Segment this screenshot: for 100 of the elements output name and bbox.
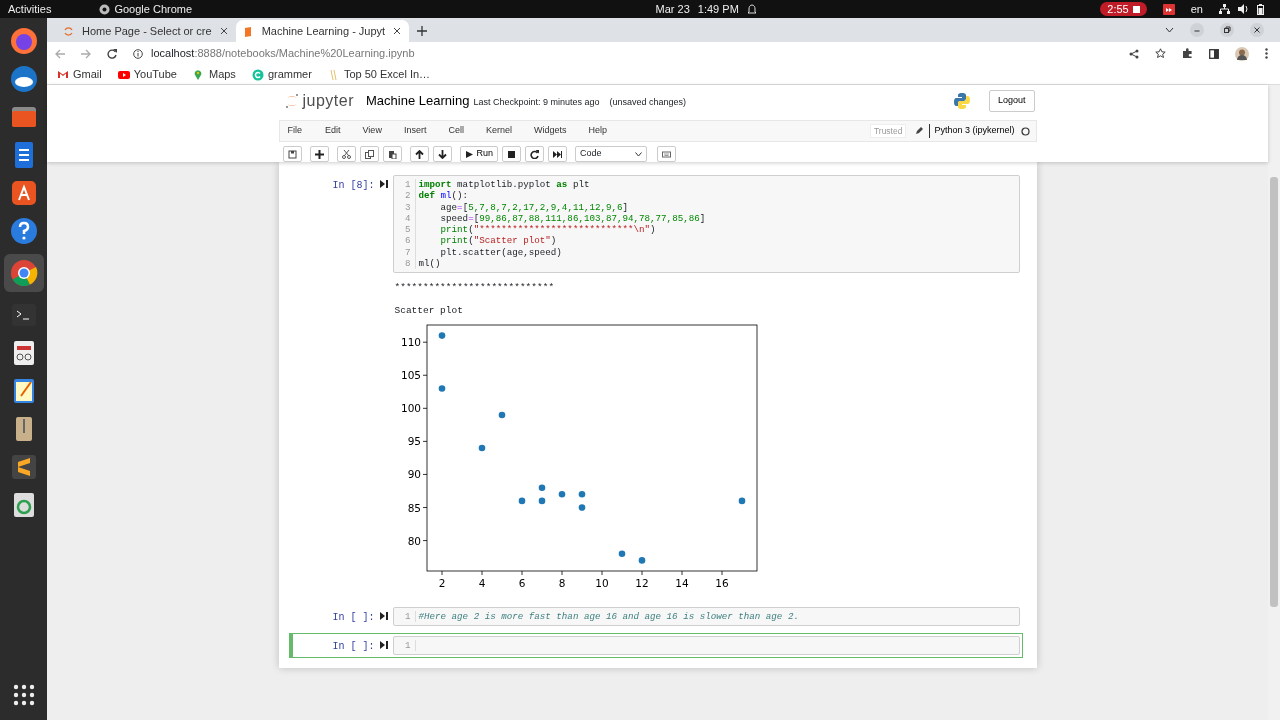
- data-point: [618, 550, 625, 557]
- network-icon[interactable]: [1219, 4, 1230, 14]
- bookmark-item[interactable]: grammer: [251, 66, 312, 83]
- paste-button[interactable]: [382, 146, 402, 162]
- tick-label: 8: [558, 576, 565, 589]
- cell-type-select[interactable]: Code: [575, 146, 647, 162]
- close-icon[interactable]: [393, 27, 402, 35]
- close-icon[interactable]: [1250, 23, 1264, 37]
- menu-item[interactable]: Help: [580, 124, 615, 138]
- menu-item[interactable]: View: [354, 124, 390, 138]
- code-line: def ml():: [418, 190, 470, 202]
- bookmark-item[interactable]: YouTube: [117, 66, 177, 83]
- tick-label: 95: [407, 435, 421, 448]
- code-editor[interactable]: 1 #Here age 2 is more fast than age 16 and age 16 is slower than age 2.: [392, 606, 1020, 627]
- time-text[interactable]: 1:49 PM: [697, 0, 739, 18]
- pencil-icon[interactable]: [915, 127, 924, 135]
- info-icon[interactable]: [133, 48, 143, 59]
- menu-item[interactable]: Insert: [395, 124, 435, 138]
- bookmark-item[interactable]: Top 50 Excel In…: [327, 66, 431, 83]
- url-text[interactable]: localhost:8888/notebooks/Machine%20Learning.ipynb: [151, 45, 415, 62]
- data-point: [478, 444, 485, 452]
- help-icon[interactable]: [8, 216, 39, 246]
- stop-button[interactable]: [502, 146, 521, 162]
- app-name[interactable]: Google Chrome: [114, 0, 193, 18]
- cut-button[interactable]: [336, 146, 356, 162]
- copy-icon: [364, 149, 374, 159]
- data-point: [558, 490, 565, 498]
- recording-indicator[interactable]: 2:55: [1100, 2, 1147, 16]
- cell-prompt: In [ ]:: [331, 640, 375, 655]
- notebook-title[interactable]: Machine Learning: [366, 91, 470, 111]
- minimize-icon[interactable]: [1190, 23, 1204, 37]
- share-icon[interactable]: [1129, 48, 1139, 59]
- save-icon: [287, 149, 297, 159]
- volume-icon[interactable]: [1238, 4, 1249, 14]
- restart-button[interactable]: [525, 146, 544, 162]
- bird-icon[interactable]: [8, 64, 39, 94]
- run-cell-icon[interactable]: [379, 611, 388, 620]
- save-button[interactable]: [282, 146, 302, 162]
- code-line: print("****************************\n"): [439, 224, 657, 236]
- scrollbar-thumb[interactable]: [1270, 177, 1278, 607]
- activities-button[interactable]: Activities: [8, 0, 52, 18]
- chevron-down-icon[interactable]: [1165, 27, 1174, 33]
- notebook-cell[interactable]: In [ ]: 1 #Here age 2 is more fast than age 16 and age 16 is slower than age 2.: [288, 603, 1023, 630]
- kernel-name[interactable]: Python 3 (ipykernel): [929, 124, 1015, 138]
- menu-item[interactable]: Cell: [440, 124, 472, 138]
- keyboard-icon: [662, 149, 671, 159]
- copy-button[interactable]: [359, 146, 379, 162]
- logo-text: jupyter: [302, 91, 355, 111]
- notebook-cell[interactable]: In [ ]: 1: [288, 633, 1023, 659]
- tick-label: 105: [400, 369, 421, 382]
- star-icon[interactable]: [1155, 48, 1166, 59]
- run-cell-icon[interactable]: [379, 641, 388, 650]
- python-logo-icon: [952, 92, 971, 110]
- data-point: [518, 497, 525, 505]
- move-up-button[interactable]: [409, 146, 429, 162]
- paste-icon: [387, 149, 397, 159]
- data-point: [538, 497, 545, 505]
- menu-item[interactable]: Widgets: [525, 124, 575, 138]
- browser-tab[interactable]: Machine Learning - Jupyt: [235, 20, 410, 42]
- side-panel-icon[interactable]: [1209, 48, 1219, 59]
- reload-icon[interactable]: [107, 48, 117, 59]
- code-line: import matplotlib.pyplot as plt: [418, 179, 591, 191]
- browser-icon[interactable]: [8, 258, 39, 288]
- menu-item[interactable]: Kernel: [477, 124, 520, 138]
- play-icon: [117, 68, 130, 81]
- app-icon: [99, 3, 111, 15]
- add-cell-icon: [314, 149, 324, 159]
- new-tab-icon[interactable]: [417, 26, 428, 36]
- tick-label: 2: [438, 576, 445, 589]
- restart-run-all-button[interactable]: [548, 146, 567, 162]
- keyboard-button[interactable]: [657, 146, 676, 162]
- tick-label: 12: [634, 576, 649, 589]
- cell-prompt: In [8]:: [331, 179, 375, 193]
- fox-icon[interactable]: [8, 26, 39, 56]
- run-button[interactable]: Run: [459, 146, 498, 162]
- screen-share-icon[interactable]: [1162, 3, 1175, 15]
- bookmark-item[interactable]: Maps: [192, 66, 236, 83]
- restore-icon[interactable]: [1220, 23, 1234, 37]
- run-cell-icon[interactable]: [379, 180, 388, 188]
- move-down-button[interactable]: [432, 146, 452, 162]
- close-icon[interactable]: [219, 27, 228, 35]
- data-point: [438, 332, 445, 339]
- tick-label: 85: [407, 501, 421, 514]
- add-cell-button[interactable]: [309, 146, 329, 162]
- g-letter-icon: [251, 68, 264, 81]
- bookmark-item[interactable]: Gmail: [57, 66, 102, 83]
- logout-button[interactable]: Logout: [988, 90, 1035, 112]
- puzzle-icon[interactable]: [1182, 48, 1193, 59]
- app-grid-icon[interactable]: [12, 684, 35, 706]
- menu-item[interactable]: Edit: [317, 124, 349, 138]
- more-icon[interactable]: [1265, 48, 1268, 59]
- avatar-icon[interactable]: [1235, 46, 1249, 61]
- jupyter-logo-icon[interactable]: [284, 92, 299, 110]
- browser-tab[interactable]: Home Page - Select or cre: [55, 20, 236, 42]
- language-indicator[interactable]: en: [1190, 0, 1203, 18]
- tick-label: 10: [594, 576, 609, 589]
- menu-item[interactable]: File: [279, 124, 309, 138]
- battery-icon[interactable]: [1257, 3, 1264, 15]
- date-text[interactable]: Mar 23: [655, 0, 690, 18]
- move-down-icon: [437, 149, 447, 159]
